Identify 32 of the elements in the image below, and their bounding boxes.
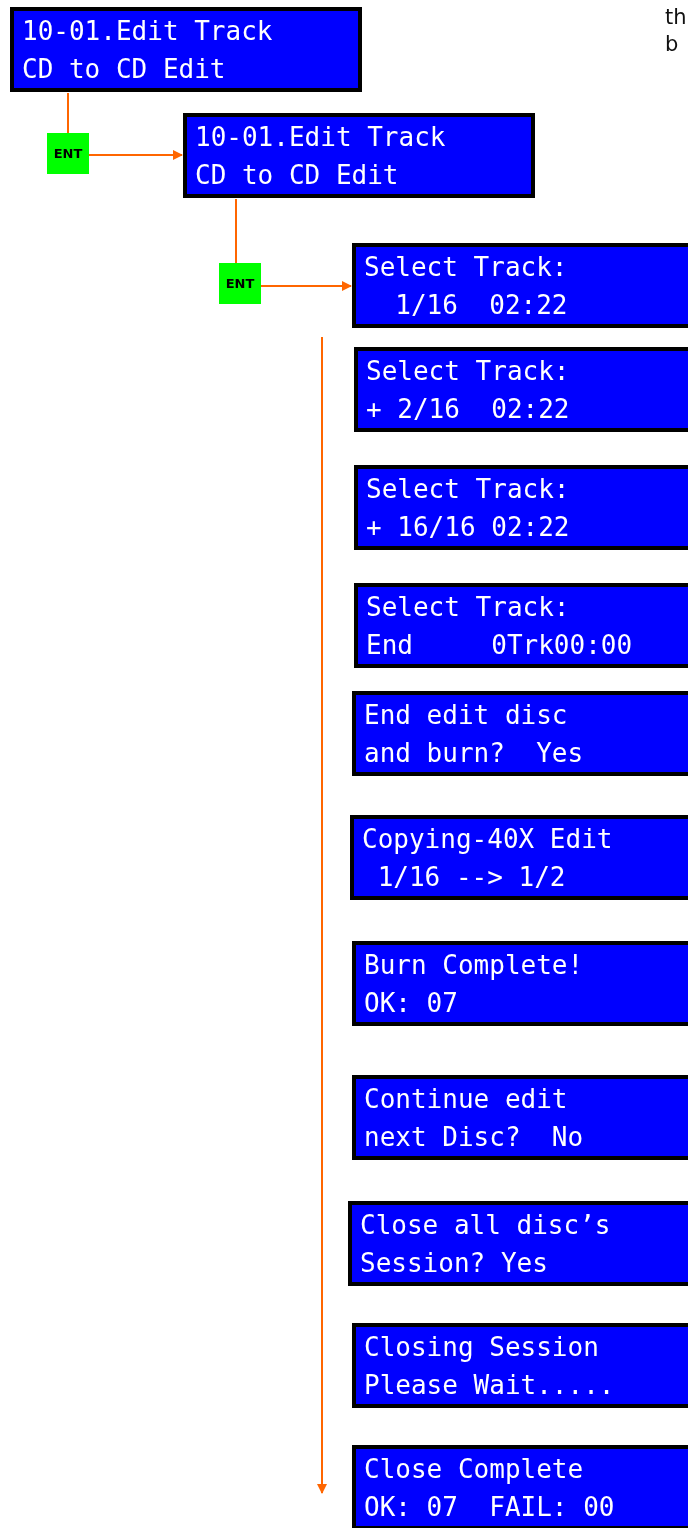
lcd-text: Copying-40X Edit	[362, 822, 613, 856]
lcd-text: End edit disc	[364, 698, 568, 732]
lcd-text: Select Track:	[366, 354, 570, 388]
lcd-text: 1/16 02:22	[394, 288, 568, 322]
lcd-text: CD to CD Edit	[22, 52, 226, 86]
note-text: th	[665, 4, 687, 31]
lcd-text: Session? Yes	[360, 1246, 548, 1280]
lcd-text: Select Track:	[366, 472, 570, 506]
lcd-text: Please Wait.....	[364, 1368, 615, 1402]
lcd-text: Close Complete	[364, 1452, 584, 1486]
lcd-text: Close all disc’s	[360, 1208, 611, 1242]
lcd-text: End 0Trk00:00	[366, 628, 633, 662]
lcd-text: next Disc? No	[364, 1120, 584, 1154]
lcd-text: Select Track:	[364, 250, 568, 284]
lcd-text: 1/16 --> 1/2	[376, 860, 566, 894]
lcd-text: and burn? Yes	[364, 736, 584, 770]
lcd-text: + 2/16 02:22	[366, 392, 570, 426]
enter-key: ENT	[47, 133, 89, 174]
lcd-text: OK: 07	[364, 986, 458, 1020]
lcd-text: Closing Session	[364, 1330, 599, 1364]
lcd-text: Continue edit	[364, 1082, 568, 1116]
lcd-text: + 16/16 02:22	[366, 510, 570, 544]
lcd-text: Select Track:	[366, 590, 570, 624]
lcd-text: CD to CD Edit	[195, 158, 399, 192]
enter-key: ENT	[219, 263, 261, 304]
connector-line	[67, 92, 69, 134]
lcd-text: 10-01.Edit Track	[195, 120, 446, 154]
lcd-text: 10-01.Edit Track	[22, 14, 273, 48]
lcd-text: OK: 07 FAIL: 00	[364, 1490, 615, 1524]
connector-line	[235, 198, 237, 264]
note-text: b	[665, 31, 680, 58]
lcd-text: Burn Complete!	[364, 948, 584, 982]
